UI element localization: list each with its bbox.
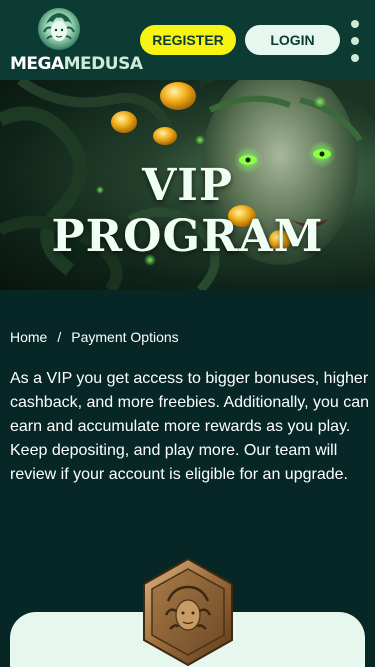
login-button[interactable]: LOGIN: [245, 25, 340, 55]
register-button[interactable]: REGISTER: [140, 25, 236, 55]
medusa-logo-icon: [38, 8, 80, 50]
bronze-medusa-badge-icon: [140, 557, 236, 667]
site-header: MEGAMEDUSA REGISTER LOGIN: [0, 0, 375, 80]
vip-intro-text: As a VIP you get access to bigger bonuse…: [10, 370, 370, 483]
vertical-dots-icon[interactable]: [349, 20, 361, 62]
hero-title: VIP PROGRAM: [51, 160, 324, 262]
breadcrumb-home-link[interactable]: Home: [10, 329, 47, 345]
breadcrumb: Home / Payment Options: [10, 329, 179, 345]
vip-hero-banner: VIP PROGRAM: [0, 80, 375, 290]
mega-medusa-logo[interactable]: MEGAMEDUSA: [10, 8, 143, 74]
logo-mega-text: MEGA: [10, 54, 64, 74]
breadcrumb-current: Payment Options: [71, 329, 179, 345]
logo-wordmark: MEGAMEDUSA: [10, 54, 143, 74]
breadcrumb-separator: /: [57, 329, 62, 345]
logo-medusa-text: MEDUSA: [63, 54, 143, 74]
